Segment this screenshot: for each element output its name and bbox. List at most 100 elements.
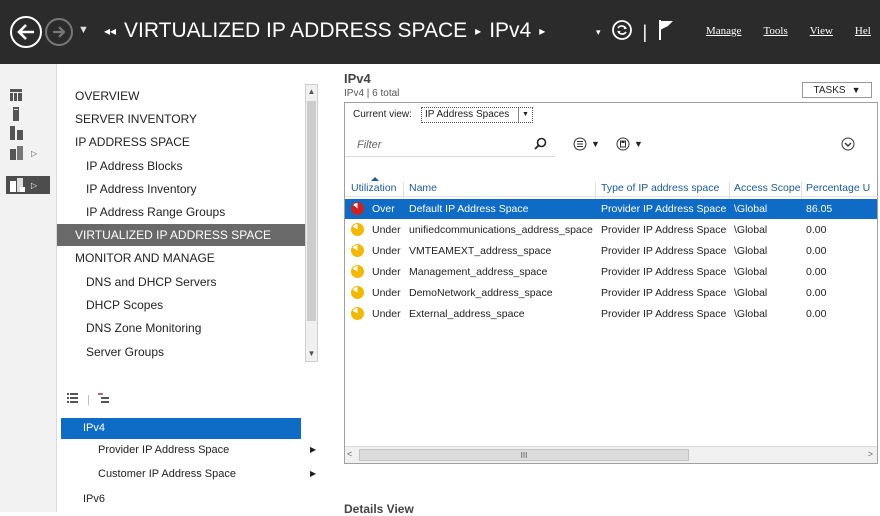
menu-help[interactable]: Hel [855, 25, 871, 37]
column-divider[interactable] [729, 182, 730, 200]
table-row[interactable]: Under External_address_space Provider IP A… [345, 304, 877, 324]
breadcrumb-separator-icon: ▸ [539, 24, 546, 38]
search-icon[interactable] [534, 137, 547, 155]
current-view-value: IP Address Spaces [425, 109, 510, 120]
nav-item-overview[interactable]: OVERVIEW [75, 89, 139, 103]
list-view-icon[interactable] [67, 392, 79, 407]
tasks-button[interactable]: TASKS ▼ [802, 82, 872, 98]
ipam-icon[interactable]: ▷ [10, 144, 46, 162]
sort-ascending-icon [371, 177, 379, 181]
column-access-scope[interactable]: Access Scope [734, 182, 801, 194]
cell-utilization: Under [372, 224, 401, 236]
column-divider[interactable] [595, 182, 596, 200]
server-icon[interactable] [10, 105, 46, 123]
forward-arrow-icon[interactable] [45, 18, 73, 46]
flag-icon[interactable] [657, 19, 675, 46]
back-arrow-icon[interactable] [10, 16, 42, 48]
horizontal-scrollbar[interactable]: < III > [345, 446, 877, 463]
navigation-pane: OVERVIEW SERVER INVENTORY IP ADDRESS SPA… [57, 64, 319, 364]
expand-arrow-icon: ▷ [31, 180, 38, 190]
menu-tools[interactable]: Tools [763, 25, 787, 37]
cell-type: Provider IP Address Space [601, 203, 727, 215]
breadcrumb-separator-icon: ▸ [475, 24, 482, 38]
cell-name: VMTEAMEXT_address_space [409, 245, 552, 257]
scroll-up-icon[interactable]: ▲ [306, 85, 317, 99]
history-dropdown-icon[interactable]: ▼ [78, 24, 89, 36]
column-divider[interactable] [403, 182, 404, 200]
scroll-left-icon[interactable]: < [347, 449, 352, 459]
table-row[interactable]: Under VMTEAMEXT_address_space Provider IP … [345, 241, 877, 261]
separator-icon: | [87, 393, 90, 406]
nav-item-monitor-and-manage[interactable]: MONITOR AND MANAGE [75, 251, 215, 265]
cell-utilization: Under [372, 287, 401, 299]
column-divider[interactable] [801, 182, 802, 200]
title-bar-icons: ▾ | [596, 19, 675, 46]
tree-item-ipv6[interactable]: IPv6 [83, 493, 105, 505]
save-query-button[interactable]: ▼ [616, 137, 643, 151]
nav-item-ip-address-range-groups[interactable]: IP Address Range Groups [86, 205, 225, 219]
tasks-label: TASKS [813, 84, 846, 96]
nav-item-dhcp-scopes[interactable]: DHCP Scopes [86, 298, 163, 312]
cell-access-scope: \Global [734, 224, 768, 236]
scroll-right-icon[interactable]: > [868, 449, 873, 459]
servers-icon[interactable] [10, 124, 46, 142]
chevron-down-icon: ▼ [634, 139, 643, 149]
refresh-icon[interactable] [611, 19, 633, 46]
query-criteria-button[interactable]: ▼ [573, 137, 600, 151]
cell-name: External_address_space [409, 308, 525, 320]
cell-utilization: Under [372, 308, 401, 320]
menu-view[interactable]: View [810, 25, 833, 37]
cell-name: unifiedcommunications_address_space [409, 224, 593, 236]
tree-item-provider-ip-address-space[interactable]: Provider IP Address Space [98, 444, 229, 456]
cell-access-scope: \Global [734, 266, 768, 278]
nav-scroll-thumb[interactable] [307, 101, 316, 321]
table-row[interactable]: Under unifiedcommunications_address_space… [345, 220, 877, 240]
current-view-select[interactable]: IP Address Spaces ▼ [421, 107, 533, 123]
cell-name: Management_address_space [409, 266, 548, 278]
expand-arrow-icon[interactable]: ▶ [310, 445, 316, 454]
column-utilization[interactable]: Utilization [351, 182, 397, 194]
dashboard-icon[interactable] [10, 86, 46, 104]
breadcrumb-root-icon[interactable]: ◂◂ [104, 24, 116, 38]
page-title: IPv4 [344, 71, 371, 86]
nav-item-ip-address-blocks[interactable]: IP Address Blocks [86, 159, 183, 173]
table-row[interactable]: Under Management_address_space Provider IP… [345, 262, 877, 282]
table-row[interactable]: Over Default IP Address Space Provider IP … [345, 199, 877, 219]
chevron-down-icon: ▼ [591, 139, 600, 149]
scroll-down-icon[interactable]: ▼ [306, 347, 317, 361]
nav-item-server-groups[interactable]: Server Groups [86, 345, 164, 359]
expand-arrow-icon[interactable]: ▶ [310, 469, 316, 478]
tree-item-ipv4[interactable]: IPv4 [61, 418, 301, 439]
column-percentage[interactable]: Percentage U [806, 182, 870, 194]
breadcrumb-item-virtualized[interactable]: VIRTUALIZED IP ADDRESS SPACE [124, 19, 467, 43]
tree-pane: | IPv4 Provider IP Address Space ▶ Custo… [57, 380, 319, 512]
nav-item-virtualized-ip-address-space[interactable]: VIRTUALIZED IP ADDRESS SPACE [57, 224, 305, 246]
cell-utilization: Over [372, 203, 395, 215]
nav-item-server-inventory[interactable]: SERVER INVENTORY [75, 112, 197, 126]
utilization-over-icon [351, 202, 364, 215]
menu-manage[interactable]: Manage [706, 25, 741, 37]
cell-utilization: Under [372, 266, 401, 278]
nav-item-ip-address-space[interactable]: IP ADDRESS SPACE [75, 135, 190, 149]
details-view-title: Details View [344, 502, 414, 516]
nav-item-dns-zone-monitoring[interactable]: DNS Zone Monitoring [86, 321, 201, 335]
cell-percentage: 0.00 [806, 266, 827, 278]
cell-percentage: 0.00 [806, 245, 827, 257]
tree-view-icon[interactable] [97, 392, 110, 407]
column-name[interactable]: Name [409, 182, 437, 194]
table-row[interactable]: Under DemoNetwork_address_space Provider I… [345, 283, 877, 303]
horizontal-scroll-thumb[interactable]: III [359, 449, 689, 461]
nav-item-dns-and-dhcp-servers[interactable]: DNS and DHCP Servers [86, 275, 217, 289]
expand-icon[interactable] [841, 137, 855, 156]
tree-item-customer-ip-address-space[interactable]: Customer IP Address Space [98, 468, 236, 480]
cell-utilization: Under [372, 245, 401, 257]
utilization-under-icon [351, 265, 364, 278]
breadcrumb-item-ipv4[interactable]: IPv4 [489, 19, 531, 43]
filter-input[interactable]: Filter [345, 133, 555, 157]
chevron-down-icon[interactable]: ▾ [596, 27, 601, 38]
column-type[interactable]: Type of IP address space [601, 182, 719, 194]
cell-percentage: 86.05 [806, 203, 833, 215]
virtualized-icon[interactable]: ▷ [6, 176, 50, 194]
nav-item-ip-address-inventory[interactable]: IP Address Inventory [86, 182, 197, 196]
nav-scrollbar[interactable]: ▲ ▼ [305, 84, 318, 362]
